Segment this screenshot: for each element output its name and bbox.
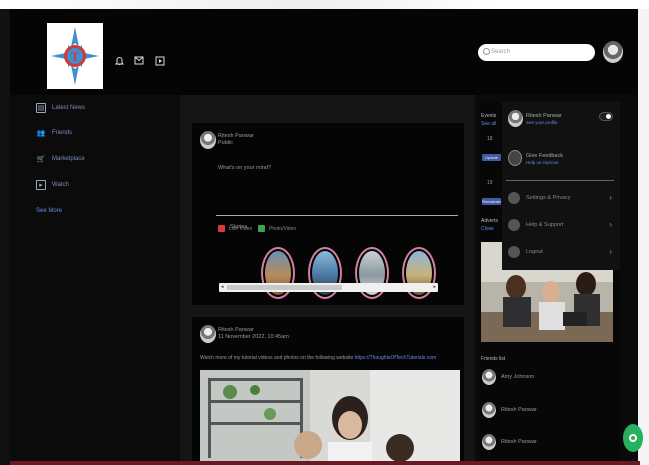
post-text: Watch more of my tutorial videos and pho… [200,355,437,361]
post-avatar [200,325,216,343]
event-reminder-pill[interactable]: Remainder [482,198,502,205]
chevron-right-icon: › [609,247,612,256]
news-icon: ▤ [36,103,46,113]
menu-divider [506,180,614,181]
gear-icon [508,192,520,204]
menu-profile-name[interactable]: Ritesh Panwar [526,113,562,119]
sidebar-item-friends[interactable]: 👥 Friends [36,127,72,139]
chevron-right-icon: › [609,193,612,202]
search-icon [483,48,490,55]
mail-icon[interactable] [134,56,144,66]
sidebar-item-latest-news[interactable]: ▤ Latest News [36,102,85,114]
chevron-right-icon: › [609,220,612,229]
post-date: 11 November 2022, 10:45am [218,334,289,340]
composer-avatar [200,131,216,149]
event-day: 18 [487,136,493,142]
composer-author: Ritesh Panwar [218,133,254,139]
cart-icon: 🛒 [36,156,46,163]
chat-button[interactable] [623,424,643,452]
feedback-title[interactable]: Give Feedback [526,153,563,159]
watch-icon: ▸ [36,180,46,190]
video-icon [218,225,225,232]
scroll-left-icon[interactable]: ◂ [221,283,224,292]
bottom-bar [10,461,640,465]
friend-avatar [482,434,496,450]
site-logo[interactable]: T [47,23,103,89]
photo-video-button[interactable]: Photo/Video [258,224,296,233]
stories-scrollbar[interactable]: ◂ ▸ [219,283,438,292]
menu-item-help[interactable]: Help & Support › [508,218,616,232]
events-see-all-link[interactable]: See all [481,121,496,127]
profile-avatar[interactable] [603,41,623,63]
post-link[interactable]: https://ThoughtsOfTechTutorials.com [355,355,437,361]
search-input[interactable]: Search [478,44,595,61]
chat-icon [629,434,637,442]
friend-avatar [482,369,496,385]
feedback-subtitle: Help us improve [526,160,559,165]
event-day: 19 [487,180,493,186]
menu-item-logout[interactable]: Logout › [508,245,616,259]
logout-icon [508,246,520,258]
app-window: T Search ▤ Latest News 👥 Friends 🛒 Marke… [0,0,649,465]
dark-mode-toggle[interactable] [599,112,613,121]
post-author: Ritesh Panwar [218,327,254,333]
friend-item[interactable]: Ritesh Panwar [482,402,537,418]
right-edge [638,9,649,465]
adverts-title: Adverts [481,218,498,224]
top-strip [0,0,649,9]
composer-input[interactable]: What's on your mind? [218,165,271,171]
scroll-thumb[interactable] [227,285,342,290]
adverts-close-link[interactable]: Close [481,226,494,232]
scroll-right-icon[interactable]: ▸ [433,283,436,292]
photo-icon [258,225,265,232]
menu-item-settings[interactable]: Settings & Privacy › [508,191,616,205]
friend-avatar [482,402,496,418]
toggle-knob [606,114,611,119]
friends-list-title: Friends list [481,356,506,362]
header: T Search [10,9,649,95]
left-sidebar: ▤ Latest News 👥 Friends 🛒 Marketplace ▸ … [10,95,180,465]
profile-dropdown-menu: Ritesh Panwar See your profile Give Feed… [502,102,620,270]
see-more-link[interactable]: See More [36,208,62,214]
composer-divider [216,215,458,216]
bell-icon[interactable] [114,56,124,66]
play-icon[interactable] [155,56,165,66]
friend-item[interactable]: Amy Johnson [482,369,534,385]
menu-profile-avatar [508,110,523,127]
feedback-icon [508,150,522,166]
composer-subtitle: Public [218,140,233,146]
post-photo[interactable] [200,370,460,465]
post-composer-card: Ritesh Panwar Public What's on your mind… [192,123,464,305]
stories-label: Stories [230,224,248,230]
sidebar-item-watch[interactable]: ▸ Watch [36,179,69,191]
main-feed: Ritesh Panwar Public What's on your mind… [180,95,475,465]
event-update-pill[interactable]: Update [482,154,501,161]
help-icon [508,219,520,231]
friend-item[interactable]: Ritesh Panwar [482,434,537,450]
sidebar-item-marketplace[interactable]: 🛒 Marketplace [36,153,85,165]
menu-profile-link[interactable]: See your profile [526,120,558,125]
logo-star-icon: T [51,27,99,85]
events-title: Events [481,113,497,119]
friends-icon: 👥 [36,130,46,137]
svg-text:T: T [71,49,80,64]
post-card: Ritesh Panwar 11 November 2022, 10:45am … [192,317,464,465]
